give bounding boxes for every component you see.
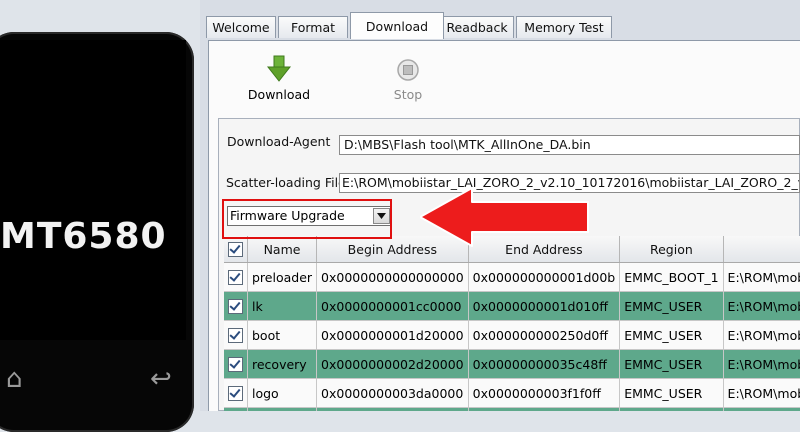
region — [619, 407, 724, 411]
begin-address: 0x0000000000000000 — [316, 262, 469, 292]
column-header-location[interactable] — [723, 236, 800, 263]
highlight-box — [222, 199, 392, 239]
partition-table: Name Begin Address End Address Region pr… — [224, 236, 800, 411]
begin-address: 0x0000000001cc0000 — [316, 291, 469, 321]
download-button-label: Download — [247, 87, 311, 102]
tab-readback[interactable]: Readback — [440, 16, 514, 38]
table-row[interactable]: lk 0x0000000001cc0000 0x0000000001d010ff… — [224, 291, 800, 321]
region: EMMC_BOOT_1 — [619, 262, 724, 292]
download-button[interactable]: Download — [246, 54, 312, 102]
chipset-label: MT6580 — [0, 216, 167, 257]
region: EMMC_USER — [619, 291, 724, 321]
location[interactable] — [723, 407, 800, 411]
table-row[interactable] — [224, 407, 800, 411]
column-header-name[interactable]: Name — [247, 236, 318, 263]
tab-format[interactable]: Format — [278, 16, 348, 38]
location[interactable]: E:\ROM\mobiis — [723, 262, 800, 292]
end-address: 0x0000000001d010ff — [468, 291, 621, 321]
begin-address — [316, 407, 469, 411]
table-row[interactable]: logo 0x0000000003da0000 0x0000000003f1f0… — [224, 378, 800, 408]
stop-button-label: Stop — [393, 87, 423, 102]
column-header-region[interactable]: Region — [619, 236, 724, 263]
table-row[interactable]: preloader 0x0000000000000000 0x000000000… — [224, 262, 800, 292]
select-all-checkbox[interactable] — [228, 242, 243, 257]
end-address: 0x000000000250d0ff — [468, 320, 621, 350]
row-checkbox[interactable] — [228, 328, 243, 343]
location[interactable]: E:\ROM\mobiis — [723, 320, 800, 350]
row-checkbox[interactable] — [228, 357, 243, 372]
partition-name: recovery — [247, 349, 318, 379]
end-address: 0x000000000001d00b — [468, 262, 621, 292]
begin-address: 0x0000000001d20000 — [316, 320, 469, 350]
region: EMMC_USER — [619, 349, 724, 379]
red-arrow-annotation-icon — [420, 187, 589, 247]
region: EMMC_USER — [619, 378, 724, 408]
begin-address: 0x0000000002d20000 — [316, 349, 469, 379]
download-agent-field[interactable]: D:\MBS\Flash tool\MTK_AllInOne_DA.bin — [339, 135, 800, 155]
download-agent-label: Download-Agent — [227, 134, 331, 149]
partition-name: boot — [247, 320, 318, 350]
tab-download[interactable]: Download — [350, 12, 444, 39]
end-address: 0x0000000003f1f0ff — [468, 378, 621, 408]
end-address: 0x00000000035c48ff — [468, 349, 621, 379]
table-row[interactable]: recovery 0x0000000002d20000 0x0000000003… — [224, 349, 800, 379]
end-address — [468, 407, 621, 411]
location[interactable]: E:\ROM\mobiis — [723, 349, 800, 379]
scatter-file-label: Scatter-loading File — [226, 175, 346, 190]
region: EMMC_USER — [619, 320, 724, 350]
download-arrow-icon — [266, 55, 292, 82]
stop-icon — [397, 59, 419, 81]
select-all-header[interactable] — [224, 236, 248, 263]
location[interactable]: E:\ROM\mobiis — [723, 291, 800, 321]
tab-welcome[interactable]: Welcome — [206, 16, 276, 38]
back-key-icon: ↩ — [150, 364, 172, 394]
partition-name: lk — [247, 291, 318, 321]
phone-screen — [0, 40, 186, 340]
row-checkbox[interactable] — [228, 386, 243, 401]
partition-name: preloader — [247, 262, 318, 292]
row-checkbox[interactable] — [228, 299, 243, 314]
partition-name — [247, 407, 318, 411]
tab-memory-test[interactable]: Memory Test — [516, 16, 612, 38]
home-key-icon: ⌂ — [6, 364, 23, 394]
location[interactable]: E:\ROM\mobiis — [723, 378, 800, 408]
table-row[interactable]: boot 0x0000000001d20000 0x000000000250d0… — [224, 320, 800, 350]
stop-button[interactable]: Stop — [378, 58, 438, 102]
begin-address: 0x0000000003da0000 — [316, 378, 469, 408]
partition-name: logo — [247, 378, 318, 408]
row-checkbox[interactable] — [228, 270, 243, 285]
